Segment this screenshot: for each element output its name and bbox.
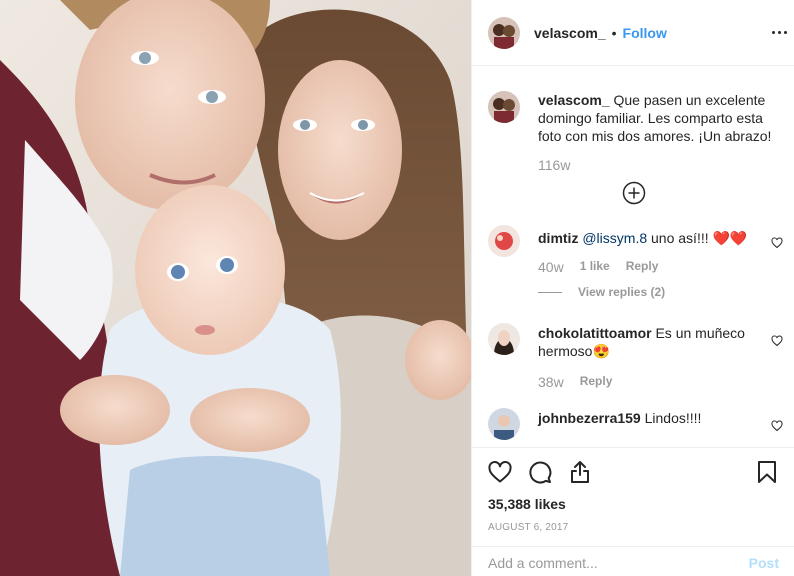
comment-meta: 40w 1 like Reply — [538, 259, 779, 275]
share-icon[interactable] — [568, 460, 592, 484]
heart-icon[interactable] — [771, 420, 783, 432]
avatar[interactable] — [488, 225, 520, 257]
reply-button[interactable]: Reply — [626, 259, 659, 275]
header-username[interactable]: velascom_ — [534, 25, 606, 41]
comment-item: dimtiz @lissym.8 uno así!!! ❤️❤️ 40w 1 l… — [488, 225, 783, 299]
avatar-image — [488, 91, 520, 123]
avatar[interactable] — [488, 16, 520, 49]
comment-text: uno así!!! ❤️❤️ — [647, 230, 748, 246]
comment-text: Lindos!!!! — [644, 410, 702, 426]
post-side-panel: velascom_ • Follow velascom_ Que pasen u… — [471, 0, 794, 576]
comment-item: johnbezerra159 Lindos!!!! — [488, 408, 783, 440]
header-separator: • — [611, 24, 617, 41]
comment-username[interactable]: chokolatittoamor — [538, 325, 652, 341]
post-button[interactable]: Post — [749, 555, 779, 571]
caption-text-block: velascom_ Que pasen un excelente domingo… — [538, 91, 779, 145]
comment-likes[interactable]: 1 like — [580, 259, 610, 275]
view-replies-button[interactable]: View replies (2) — [538, 285, 779, 299]
family-photo — [0, 0, 471, 576]
replies-divider — [538, 291, 562, 293]
avatar[interactable] — [488, 323, 520, 355]
avatar-image — [488, 408, 520, 440]
comment-meta: 38w Reply — [538, 374, 779, 390]
comment-time[interactable]: 40w — [538, 259, 564, 275]
comment-text-block: johnbezerra159 Lindos!!!! — [538, 408, 779, 427]
comments-list[interactable]: velascom_ Que pasen un excelente domingo… — [472, 67, 794, 447]
post-header: velascom_ • Follow — [472, 0, 794, 66]
heart-icon[interactable] — [771, 237, 783, 249]
post-date[interactable]: AUGUST 6, 2017 — [488, 522, 779, 533]
caption-time[interactable]: 116w — [538, 157, 570, 173]
post-photo[interactable] — [0, 0, 471, 576]
likes-count[interactable]: 35,388 likes — [488, 496, 779, 512]
comment-username[interactable]: dimtiz — [538, 230, 578, 246]
post-actions: 35,388 likes AUGUST 6, 2017 Post — [472, 447, 794, 576]
comment-input[interactable] — [488, 554, 749, 571]
follow-button[interactable]: Follow — [623, 25, 667, 41]
avatar-image — [488, 323, 520, 355]
avatar[interactable] — [488, 91, 520, 123]
bookmark-icon[interactable] — [755, 460, 779, 484]
comment-username[interactable]: johnbezerra159 — [538, 410, 641, 426]
view-replies-label: View replies (2) — [578, 285, 666, 299]
post-modal: velascom_ • Follow velascom_ Que pasen u… — [0, 0, 794, 576]
comment-icon[interactable] — [528, 460, 552, 484]
comment-text-block: dimtiz @lissym.8 uno así!!! ❤️❤️ — [538, 225, 779, 247]
comment-mention[interactable]: @lissym.8 — [582, 230, 647, 246]
caption-meta: 116w — [538, 157, 779, 173]
reply-button[interactable]: Reply — [580, 374, 613, 390]
avatar[interactable] — [488, 408, 520, 440]
caption: velascom_ Que pasen un excelente domingo… — [488, 91, 779, 173]
heart-icon[interactable] — [771, 335, 783, 347]
heart-icon[interactable] — [488, 460, 512, 484]
plus-circle-icon[interactable] — [622, 181, 646, 205]
avatar-image — [488, 225, 520, 257]
caption-username[interactable]: velascom_ — [538, 92, 610, 108]
add-comment-bar: Post — [472, 546, 794, 576]
action-icons — [488, 448, 779, 496]
comment-time[interactable]: 38w — [538, 374, 564, 390]
more-dots-icon[interactable] — [769, 22, 789, 42]
comment-text-block: chokolatittoamor Es un muñeco hermoso😍 — [538, 323, 779, 360]
comment-item: chokolatittoamor Es un muñeco hermoso😍 3… — [488, 323, 783, 390]
avatar-image — [488, 16, 520, 49]
